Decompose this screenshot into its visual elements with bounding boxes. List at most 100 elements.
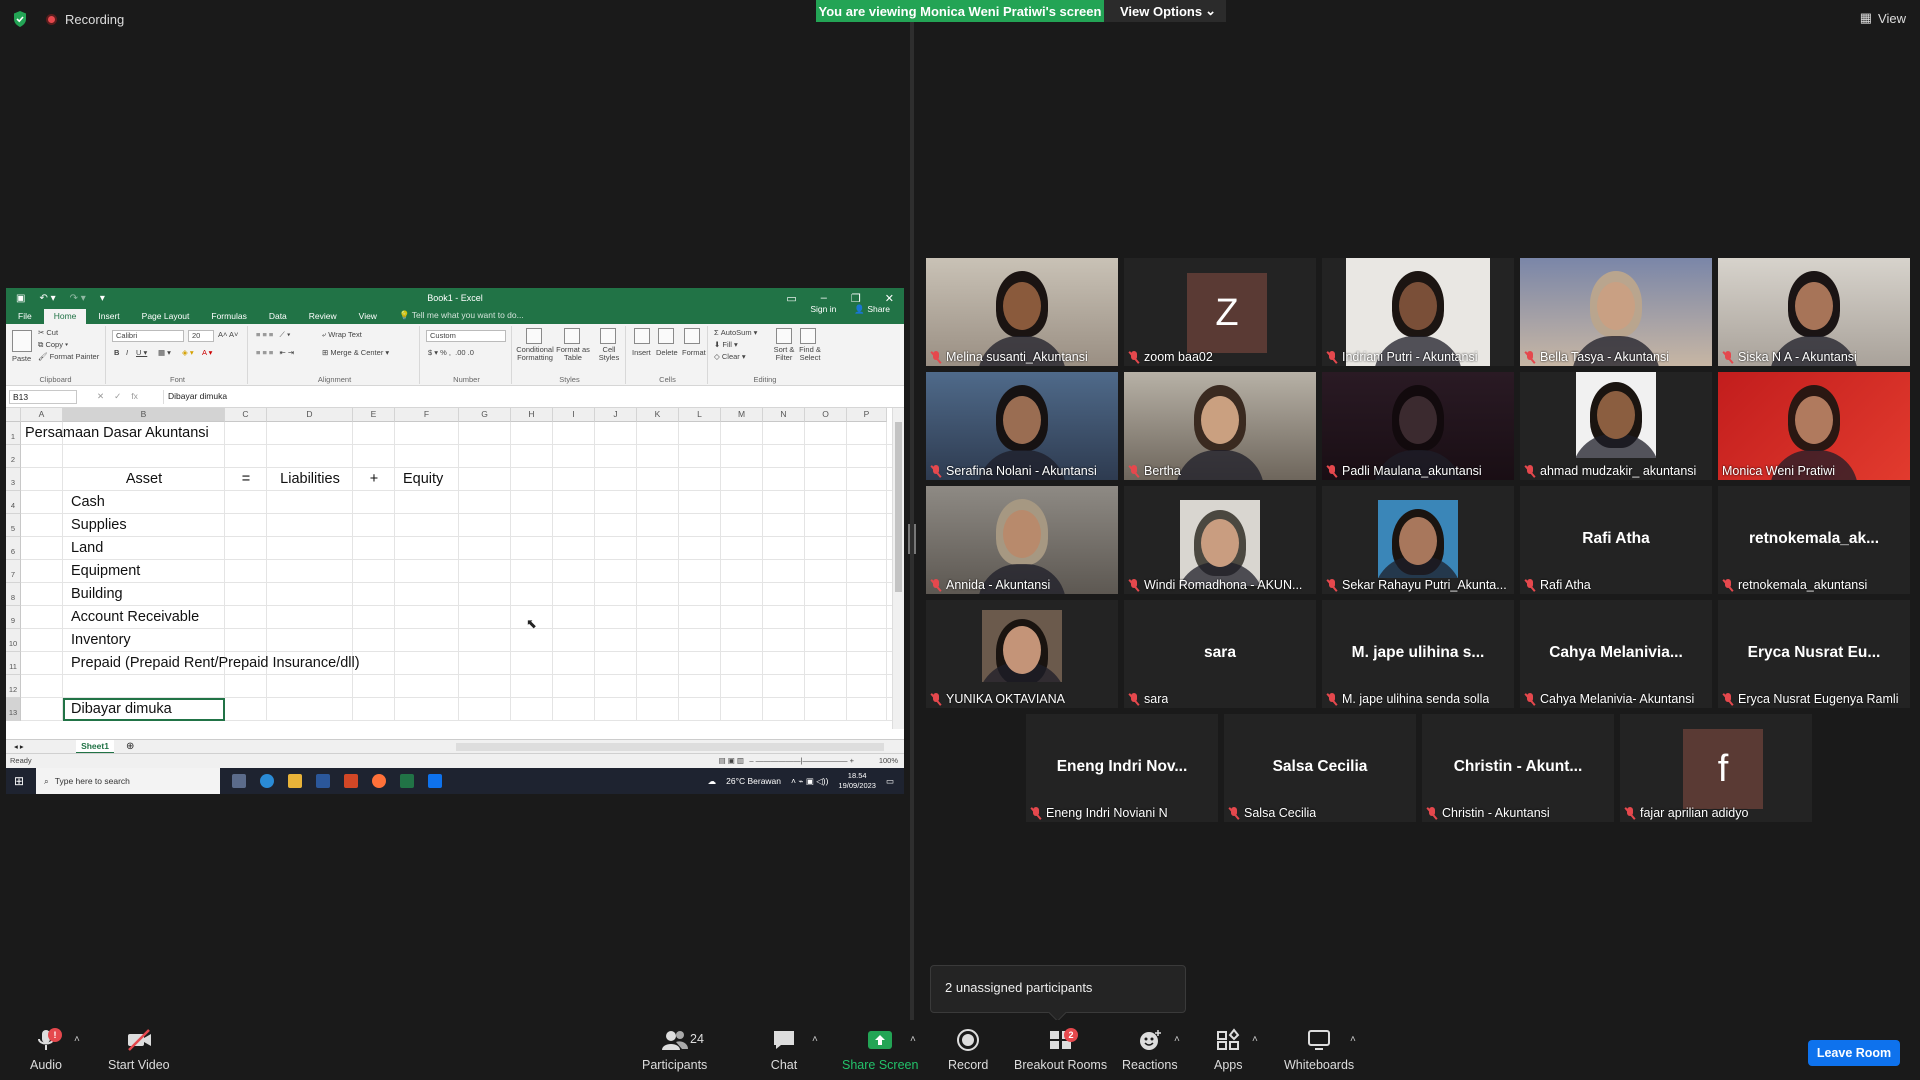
cell-b11[interactable]: Prepaid (Prepaid Rent/Prepaid Insurance/… xyxy=(71,652,360,675)
taskbar-search[interactable]: ⌕ Type here to search xyxy=(36,768,220,794)
column-header[interactable]: N xyxy=(763,408,805,422)
participant-tile[interactable]: Padli Maulana_akuntansi xyxy=(1322,372,1514,480)
participant-tile[interactable]: Serafina Nolani - Akuntansi xyxy=(926,372,1118,480)
sign-in-link[interactable]: Sign in xyxy=(810,302,836,318)
zoom-level[interactable]: 100% xyxy=(879,754,898,768)
zoom-slider[interactable]: – ——————|—————— + xyxy=(749,754,854,768)
align-top-icons[interactable]: ≡ ≡ ≡ ⟋ ▾ xyxy=(256,330,291,340)
conditional-formatting-icon[interactable] xyxy=(526,328,542,344)
cell-styles-label[interactable]: Cell Styles xyxy=(594,346,624,362)
row-header[interactable]: 13 xyxy=(6,698,21,721)
enter-icon[interactable]: ✓ xyxy=(114,391,121,402)
view-options-button[interactable]: View Options ⌄ xyxy=(1104,0,1226,22)
sort-filter-label[interactable]: Sort & Filter xyxy=(770,346,798,362)
firefox-icon[interactable] xyxy=(372,774,386,788)
font-grow-shrink-icons[interactable]: A˄ A˅ xyxy=(218,330,238,339)
edge-icon[interactable] xyxy=(260,774,274,788)
row-header[interactable]: 10 xyxy=(6,629,21,652)
tell-me-box[interactable]: 💡 Tell me what you want to do... xyxy=(399,308,524,324)
font-color-icon[interactable]: A ▾ xyxy=(202,348,212,357)
format-cells-label[interactable]: Format xyxy=(682,348,706,357)
participant-tile[interactable]: retnokemala_ak... retnokemala_akuntansi xyxy=(1718,486,1910,594)
record-button[interactable]: Record xyxy=(948,1028,988,1072)
insert-cells-label[interactable]: Insert xyxy=(632,348,651,357)
conditional-formatting-label[interactable]: Conditional Formatting xyxy=(516,346,554,362)
worksheet-grid[interactable]: A B C D E F G H I J K L M N O P 1 2 3 4 5 6 7 8 9 10 11 12 13 Persama… xyxy=(6,408,904,729)
format-as-table-icon[interactable] xyxy=(564,328,580,344)
scroll-thumb[interactable] xyxy=(895,422,902,592)
participant-tile[interactable]: Salsa Cecilia Salsa Cecilia xyxy=(1224,714,1416,822)
add-sheet-icon[interactable]: ⊕ xyxy=(126,741,134,752)
participant-tile[interactable]: Sekar Rahayu Putri_Akunta... xyxy=(1322,486,1514,594)
format-cells-icon[interactable] xyxy=(684,328,700,344)
copy-button[interactable]: ⧉ Copy ▾ xyxy=(38,340,68,350)
share-button[interactable]: 👤 Share xyxy=(854,302,890,318)
apps-button[interactable]: Apps xyxy=(1214,1028,1243,1072)
column-header[interactable]: A xyxy=(21,408,63,422)
find-select-label[interactable]: Find & Select xyxy=(796,346,824,362)
cell-b7[interactable]: Equipment xyxy=(71,560,140,583)
select-all-corner[interactable] xyxy=(6,408,21,422)
insert-function-icon[interactable]: fx xyxy=(131,391,138,402)
participant-tile[interactable]: f fajar aprilian adidyo xyxy=(1620,714,1812,822)
autosum-button[interactable]: Σ AutoSum ▾ xyxy=(714,328,757,337)
wrap-text-button[interactable]: ⤶ Wrap Text xyxy=(322,330,362,340)
recording-indicator[interactable]: Recording xyxy=(46,12,124,27)
cell-b4[interactable]: Cash xyxy=(71,491,105,514)
italic-icon[interactable]: I xyxy=(126,348,128,357)
bold-icon[interactable]: B xyxy=(114,348,119,357)
column-header[interactable]: K xyxy=(637,408,679,422)
cell-c3[interactable]: = xyxy=(225,468,267,491)
cell-e3[interactable]: + xyxy=(353,468,395,491)
participant-tile[interactable]: Rafi Atha Rafi Atha xyxy=(1520,486,1712,594)
fill-button[interactable]: ⬇ Fill ▾ xyxy=(714,340,738,349)
shield-icon[interactable] xyxy=(12,10,28,28)
row-header[interactable]: 3 xyxy=(6,468,21,491)
windows-start-icon[interactable]: ⊞ xyxy=(14,774,24,788)
tab-insert[interactable]: Insert xyxy=(98,309,119,324)
participant-tile[interactable]: ahmad mudzakir_ akuntansi xyxy=(1520,372,1712,480)
participant-tile[interactable]: Monica Weni Pratiwi xyxy=(1718,372,1910,480)
column-header[interactable]: M xyxy=(721,408,763,422)
cell-b3[interactable]: Asset xyxy=(63,468,225,491)
row-header[interactable]: 11 xyxy=(6,652,21,675)
tab-review[interactable]: Review xyxy=(309,309,337,324)
row-header[interactable]: 6 xyxy=(6,537,21,560)
column-header[interactable]: C xyxy=(225,408,267,422)
cell-b8[interactable]: Building xyxy=(71,583,123,606)
divider-handle[interactable] xyxy=(908,524,916,554)
participant-tile[interactable]: Eryca Nusrat Eu... Eryca Nusrat Eugenya R… xyxy=(1718,600,1910,708)
audio-button[interactable]: ! Audio xyxy=(30,1028,62,1072)
number-format-select[interactable]: Custom xyxy=(426,330,506,342)
column-header[interactable]: B xyxy=(63,408,225,422)
participant-tile[interactable]: Bertha xyxy=(1124,372,1316,480)
taskbar-clock[interactable]: 18.54 19/09/2023 xyxy=(838,771,876,791)
cell-b10[interactable]: Inventory xyxy=(71,629,131,652)
save-icon[interactable]: ▣ xyxy=(16,293,25,304)
audio-options-caret[interactable]: ˄ xyxy=(74,1034,80,1045)
tab-file[interactable]: File xyxy=(18,309,32,324)
column-header[interactable]: J xyxy=(595,408,637,422)
tab-page-layout[interactable]: Page Layout xyxy=(142,309,190,324)
participant-tile[interactable]: sara sara xyxy=(1124,600,1316,708)
column-header[interactable]: D xyxy=(267,408,353,422)
tray-icons[interactable]: ˄ ⌁ ▣ ◁)) xyxy=(791,776,828,787)
merge-center-button[interactable]: ⊞ Merge & Center ▾ xyxy=(322,348,389,357)
name-box[interactable]: B13 xyxy=(9,389,77,404)
row-header[interactable]: 8 xyxy=(6,583,21,606)
weather-icon[interactable]: ☁ xyxy=(708,776,717,787)
participant-tile[interactable]: Annida - Akuntansi xyxy=(926,486,1118,594)
tab-data[interactable]: Data xyxy=(269,309,287,324)
whiteboards-options-caret[interactable]: ˄ xyxy=(1350,1034,1356,1045)
reactions-button[interactable]: Reactions xyxy=(1122,1028,1178,1072)
cell-b9[interactable]: Account Receivable xyxy=(71,606,199,629)
active-cell-selection[interactable] xyxy=(63,698,225,721)
vertical-scrollbar[interactable] xyxy=(892,408,904,729)
number-format-icons[interactable]: $ ▾ % , .00 .0 xyxy=(428,348,474,357)
insert-cells-icon[interactable] xyxy=(634,328,650,344)
unassigned-participants-popup[interactable]: 2 unassigned participants xyxy=(930,965,1186,1013)
cell-b6[interactable]: Land xyxy=(71,537,103,560)
row-header[interactable]: 2 xyxy=(6,445,21,468)
row-header[interactable]: 5 xyxy=(6,514,21,537)
format-as-table-label[interactable]: Format as Table xyxy=(554,346,592,362)
